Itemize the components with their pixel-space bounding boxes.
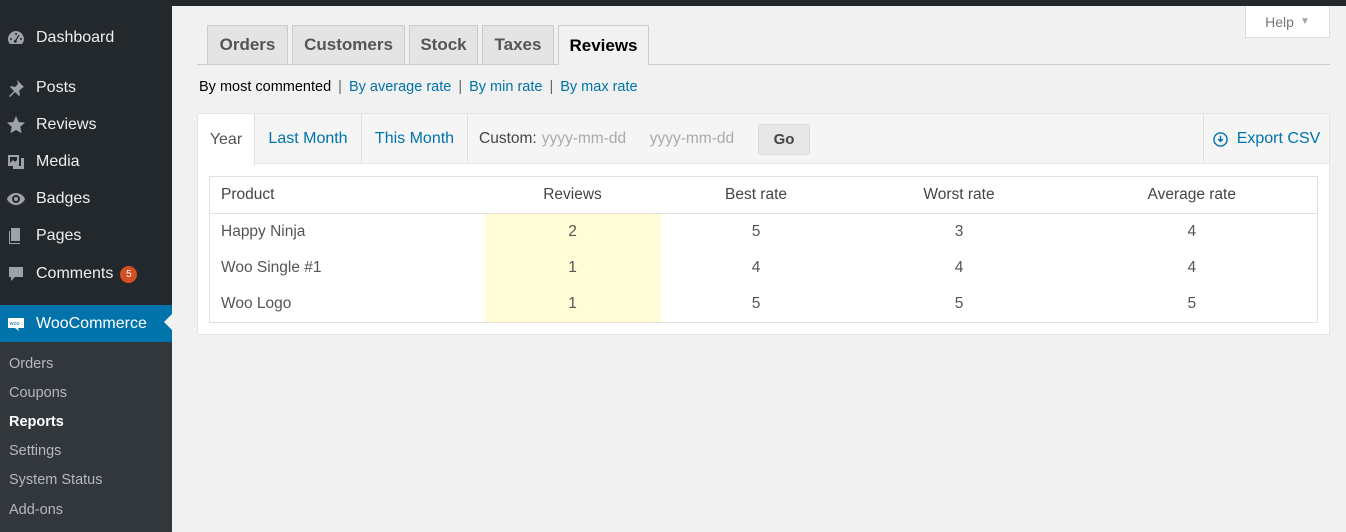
cell-worst-rate: 5: [954, 295, 964, 313]
tab-taxes[interactable]: Taxes: [482, 25, 554, 65]
eye-icon: [6, 189, 26, 209]
report-box: Year Last Month This Month Custom: Go Ex…: [197, 113, 1330, 335]
current-menu-arrow: [164, 314, 172, 330]
header-worst-rate: Worst rate: [851, 176, 1067, 214]
menu-item-badges[interactable]: Badges: [0, 182, 172, 216]
header-product: Product: [209, 176, 485, 214]
admin-bar: [0, 0, 1346, 6]
range-this-month[interactable]: This Month: [362, 114, 468, 164]
cell-average-rate: 4: [1187, 222, 1197, 240]
cell-reviews: 1: [484, 249, 661, 287]
date-range-bar: Year Last Month This Month Custom: Go Ex…: [198, 114, 1329, 165]
comment-count-badge: 5: [120, 265, 138, 283]
header-reviews: Reviews: [484, 176, 661, 214]
table-row: Woo Logo 1 5 5 5: [210, 286, 1318, 323]
star-icon: [6, 115, 26, 135]
menu-label: Reviews: [36, 116, 97, 133]
cell-best-rate: 5: [751, 295, 761, 313]
pages-icon: [6, 226, 26, 246]
menu-item-media[interactable]: Media: [0, 145, 172, 179]
menu-item-comments[interactable]: Comments 5: [0, 257, 172, 291]
cell-average-rate: 4: [1187, 258, 1197, 276]
custom-range: Custom:: [479, 114, 750, 164]
submenu-settings[interactable]: Settings: [9, 443, 61, 459]
custom-label: Custom:: [479, 130, 537, 147]
dashboard-icon: [6, 28, 26, 48]
cell-best-rate: 5: [751, 222, 761, 240]
menu-label: Posts: [36, 79, 77, 96]
comment-icon: [6, 264, 26, 284]
cell-average-rate: 5: [1187, 295, 1197, 313]
menu-item-pages[interactable]: Pages: [0, 219, 172, 253]
media-icon: [6, 152, 26, 172]
tab-customers[interactable]: Customers: [292, 25, 405, 65]
cell-best-rate: 4: [751, 258, 761, 276]
export-label: Export CSV: [1236, 130, 1321, 147]
tab-stock[interactable]: Stock: [409, 25, 478, 65]
menu-label: Pages: [36, 227, 82, 244]
go-button[interactable]: Go: [758, 124, 810, 155]
cell-worst-rate: 4: [954, 258, 964, 276]
filter-most-commented[interactable]: By most commented: [199, 79, 331, 95]
woocommerce-submenu: Orders Coupons Reports Settings System S…: [0, 342, 172, 532]
menu-label: Media: [36, 153, 80, 170]
range-year[interactable]: Year: [198, 114, 255, 165]
menu-label: Comments: [36, 265, 114, 282]
table-row: Happy Ninja 2 5 3 4: [210, 213, 1318, 250]
filter-min-rate[interactable]: By min rate: [469, 79, 542, 95]
menu-item-dashboard[interactable]: Dashboard: [0, 21, 172, 55]
separator: |: [549, 79, 554, 95]
cell-product: Woo Single #1: [221, 258, 322, 276]
woo-icon: woo: [6, 314, 26, 334]
submenu-orders[interactable]: Orders: [9, 356, 53, 372]
menu-label: Badges: [36, 190, 91, 207]
menu-item-posts[interactable]: Posts: [0, 71, 172, 105]
table-row: Woo Single #1 1 4 4 4: [210, 249, 1318, 287]
export-csv-button[interactable]: Export CSV: [1203, 114, 1329, 164]
menu-label: Dashboard: [36, 29, 115, 46]
header-average-rate: Average rate: [1066, 176, 1318, 214]
submenu-coupons[interactable]: Coupons: [9, 385, 67, 401]
cell-worst-rate: 3: [954, 222, 964, 240]
pin-icon: [6, 78, 26, 98]
submenu-add-ons[interactable]: Add-ons: [9, 502, 63, 518]
separator: |: [458, 79, 463, 95]
menu-item-woocommerce[interactable]: woo WooCommerce: [0, 305, 172, 342]
cell-product: Happy Ninja: [221, 222, 306, 240]
download-icon: [1212, 131, 1228, 147]
submenu-system-status[interactable]: System Status: [9, 472, 102, 488]
svg-text:woo: woo: [10, 321, 20, 327]
admin-sidebar: Dashboard Posts Reviews Media Badges Pag…: [0, 0, 172, 532]
menu-item-reviews[interactable]: Reviews: [0, 108, 172, 142]
review-filters: By most commented | By average rate | By…: [199, 79, 638, 95]
help-label: Help: [1265, 13, 1294, 30]
help-button[interactable]: Help ▼: [1245, 6, 1330, 38]
header-best-rate: Best rate: [660, 176, 852, 214]
range-last-month[interactable]: Last Month: [255, 114, 362, 164]
start-date-input[interactable]: [541, 130, 642, 148]
tab-orders[interactable]: Orders: [207, 25, 288, 65]
cell-reviews: 1: [484, 286, 661, 323]
table-header-row: Product Reviews Best rate Worst rate Ave…: [209, 176, 1318, 214]
cell-reviews: 2: [484, 213, 661, 250]
filter-average-rate[interactable]: By average rate: [349, 79, 451, 95]
menu-label: WooCommerce: [36, 314, 147, 332]
end-date-input[interactable]: [649, 130, 750, 148]
submenu-reports[interactable]: Reports: [9, 414, 64, 430]
reviews-table: Product Reviews Best rate Worst rate Ave…: [209, 176, 1318, 323]
cell-product: Woo Logo: [221, 295, 292, 313]
caret-down-icon: ▼: [1299, 16, 1310, 27]
filter-max-rate[interactable]: By max rate: [560, 79, 637, 95]
tab-reviews[interactable]: Reviews: [558, 25, 649, 66]
separator: |: [338, 79, 342, 95]
